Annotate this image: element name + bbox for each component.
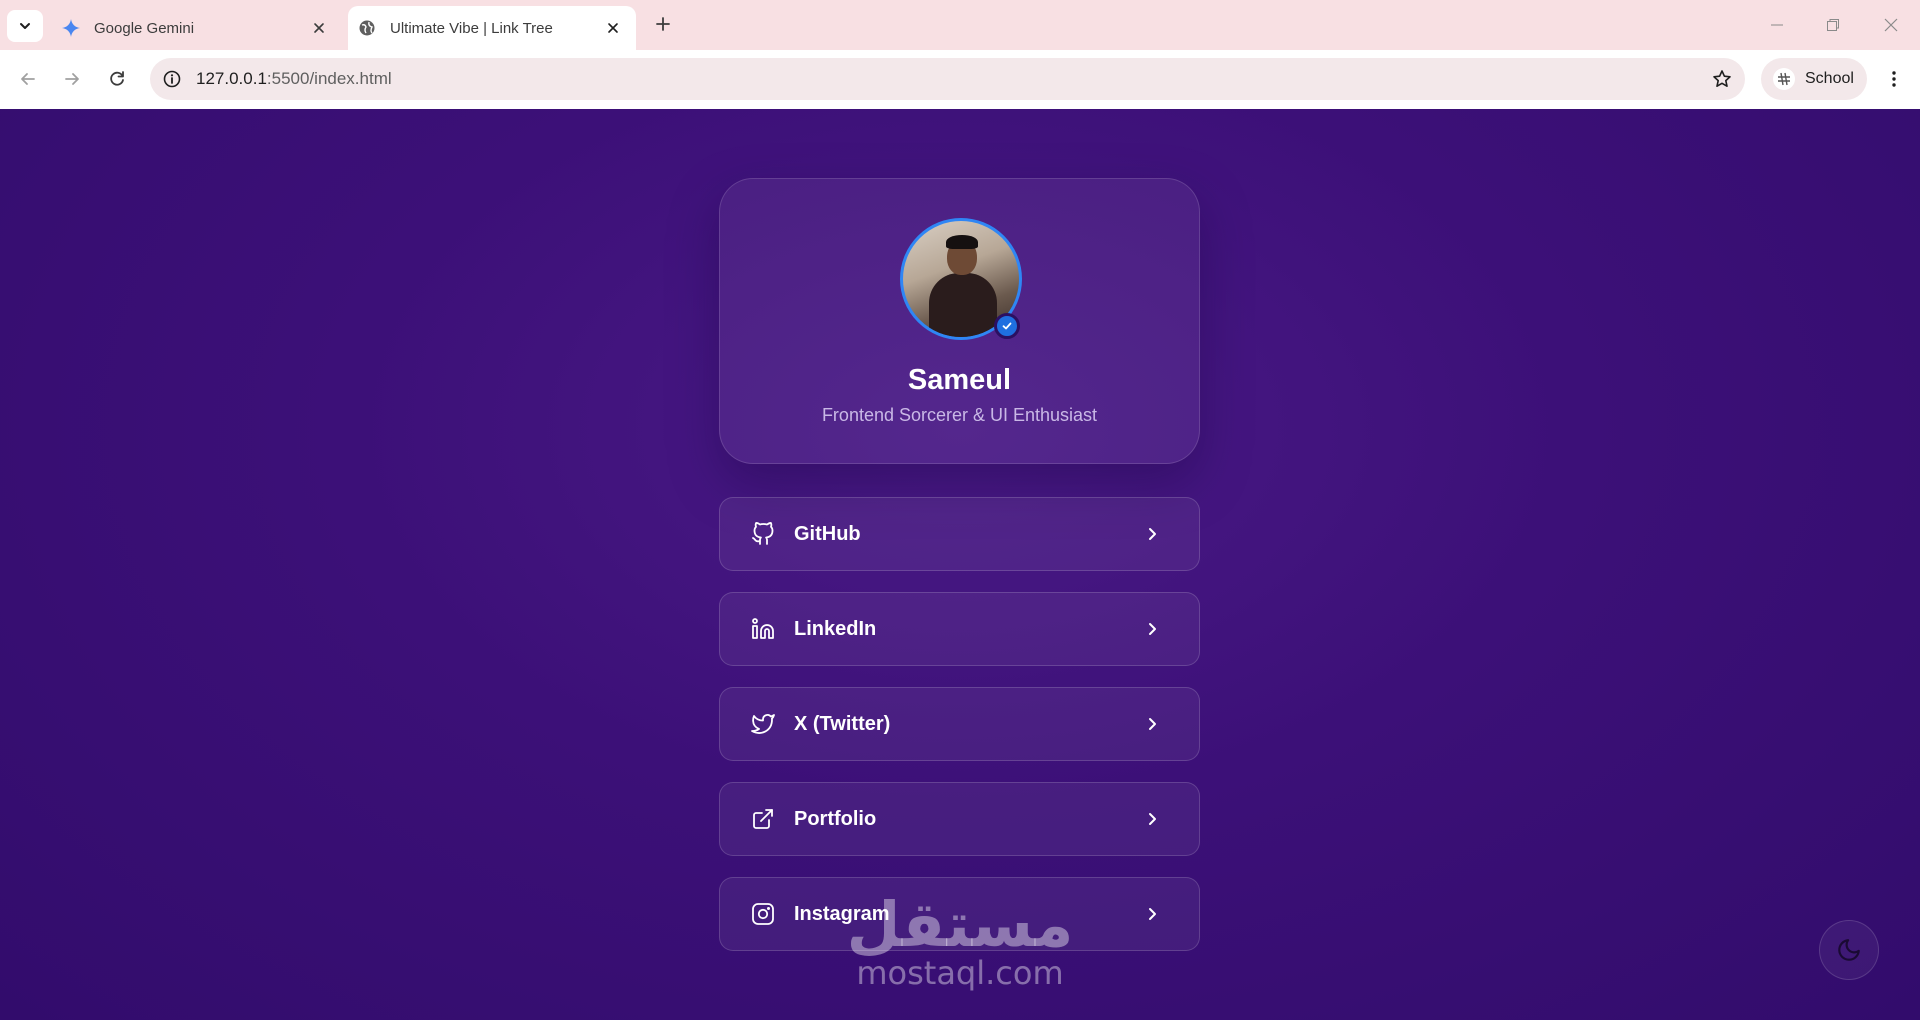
link-github[interactable]: GitHub xyxy=(719,497,1200,571)
link-label: LinkedIn xyxy=(794,617,877,640)
chevron-right-icon xyxy=(1141,808,1163,830)
profile-label: School xyxy=(1805,70,1854,87)
link-label: GitHub xyxy=(794,522,861,545)
globe-icon xyxy=(358,19,376,37)
link-linkedin[interactable]: LinkedIn xyxy=(719,592,1200,666)
minimize-button[interactable] xyxy=(1766,14,1788,36)
url-path: :5500/index.html xyxy=(266,69,392,88)
chevron-down-icon xyxy=(20,23,30,29)
tab-google-gemini[interactable]: Google Gemini xyxy=(52,6,342,50)
watermark-arabic: مستقل xyxy=(846,888,1074,961)
address-bar[interactable]: 127.0.0.1:5500/index.html xyxy=(150,58,1745,100)
browser-toolbar: 127.0.0.1:5500/index.html School xyxy=(0,50,1920,109)
restore-button[interactable] xyxy=(1822,14,1844,36)
more-vertical-icon xyxy=(1892,71,1896,87)
url-host: 127.0.0.1 xyxy=(196,69,267,88)
page-content: Sameul Frontend Sorcerer & UI Enthusiast… xyxy=(0,109,1920,1020)
chevron-right-icon xyxy=(1141,618,1163,640)
verified-badge-icon xyxy=(994,313,1020,339)
external-link-icon xyxy=(750,806,776,832)
linkedin-icon xyxy=(750,616,776,642)
close-icon xyxy=(1884,18,1898,32)
browser-window: Google Gemini Ultimate Vibe | Link Tree xyxy=(0,0,1920,1020)
link-portfolio[interactable]: Portfolio xyxy=(719,782,1200,856)
profile-bio: Frontend Sorcerer & UI Enthusiast xyxy=(821,405,1098,425)
bookmark-star-icon[interactable] xyxy=(1711,68,1733,90)
profile-avatar-icon xyxy=(1773,68,1795,90)
moon-icon xyxy=(1838,939,1860,961)
link-label: X (Twitter) xyxy=(794,712,891,735)
close-icon[interactable] xyxy=(310,19,328,37)
arrow-left-icon xyxy=(21,73,35,85)
back-button[interactable] xyxy=(16,67,40,91)
chevron-right-icon xyxy=(1141,523,1163,545)
tab-search-button[interactable] xyxy=(7,10,43,42)
tab-ultimate-vibe[interactable]: Ultimate Vibe | Link Tree xyxy=(348,6,636,50)
link-twitter[interactable]: X (Twitter) xyxy=(719,687,1200,761)
site-info-icon[interactable] xyxy=(162,69,182,89)
profile-card: Sameul Frontend Sorcerer & UI Enthusiast xyxy=(719,178,1200,464)
tab-title: Ultimate Vibe | Link Tree xyxy=(390,19,553,37)
link-label: Portfolio xyxy=(794,807,877,830)
minimize-icon xyxy=(1771,24,1783,26)
github-icon xyxy=(750,521,776,547)
forward-button[interactable] xyxy=(60,67,84,91)
close-window-button[interactable] xyxy=(1880,14,1902,36)
arrow-right-icon xyxy=(65,73,79,85)
tab-strip: Google Gemini Ultimate Vibe | Link Tree xyxy=(0,0,1920,50)
plus-icon xyxy=(656,17,670,31)
url-text: 127.0.0.1:5500/index.html xyxy=(196,69,392,89)
avatar-container xyxy=(900,218,1022,340)
tab-title: Google Gemini xyxy=(94,19,195,37)
gemini-icon xyxy=(62,19,80,37)
watermark-latin: mostaql.com xyxy=(856,954,1064,992)
browser-menu-button[interactable] xyxy=(1882,67,1906,91)
watermark: مستقل mostaql.com xyxy=(820,888,1100,992)
profile-button[interactable]: School xyxy=(1761,58,1867,100)
theme-toggle-button[interactable] xyxy=(1819,920,1879,980)
chevron-right-icon xyxy=(1141,713,1163,735)
close-icon[interactable] xyxy=(604,19,622,37)
reload-button[interactable] xyxy=(105,67,129,91)
twitter-icon xyxy=(750,711,776,737)
chevron-right-icon xyxy=(1141,903,1163,925)
new-tab-button[interactable] xyxy=(652,13,674,35)
restore-icon xyxy=(1827,19,1839,31)
instagram-icon xyxy=(750,901,776,927)
profile-name: Sameul xyxy=(907,364,1012,396)
reload-icon xyxy=(110,71,124,86)
